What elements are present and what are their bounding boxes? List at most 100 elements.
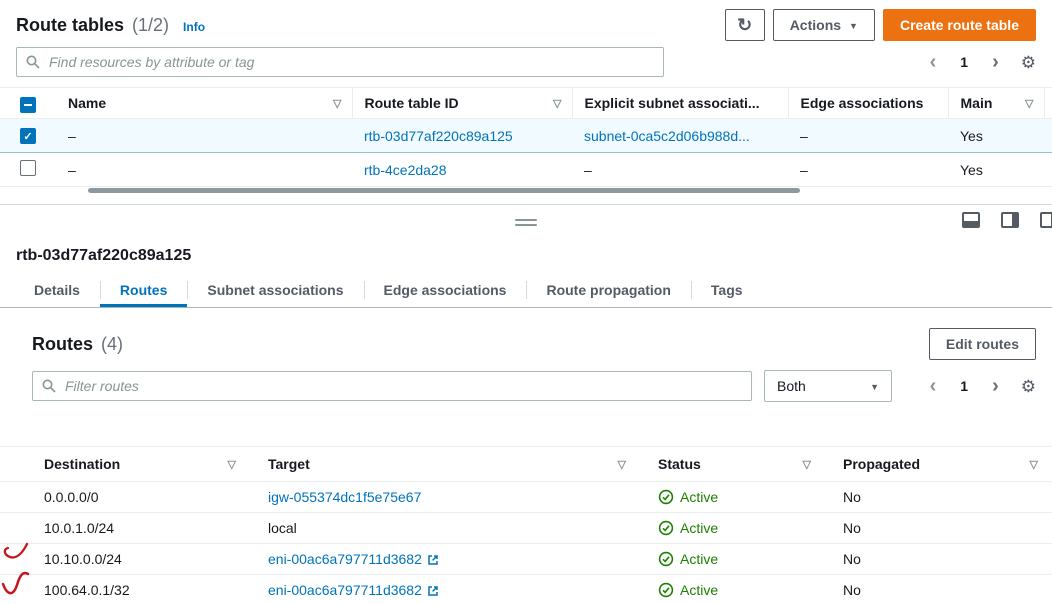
route-tables-page: Route tables (1/2) Info ↻ Actions ▼ Crea… xyxy=(0,0,1052,604)
table-row[interactable]: 10.10.0.0/24 eni-00ac6a797711d3682 Activ… xyxy=(0,544,1052,575)
detail-tabs: Details Routes Subnet associations Edge … xyxy=(0,273,1052,308)
list-pagination: ‹ 1 › xyxy=(930,52,999,72)
column-header-main: Main xyxy=(961,95,993,111)
sort-icon[interactable]: ▽ xyxy=(333,97,341,110)
cell-main: Yes xyxy=(960,162,983,178)
cell-explicit-subnet: – xyxy=(584,162,592,178)
route-table-id-link[interactable]: rtb-03d77af220c89a125 xyxy=(364,128,513,144)
resource-search-box xyxy=(16,47,664,77)
title-line: Route tables (1/2) Info xyxy=(16,15,205,36)
split-drag-handle-icon[interactable] xyxy=(515,219,537,226)
next-page-icon[interactable]: › xyxy=(992,52,999,72)
status-ok-icon xyxy=(658,520,674,536)
search-input[interactable] xyxy=(47,53,654,71)
page-number[interactable]: 1 xyxy=(960,378,968,394)
target-link[interactable]: eni-00ac6a797711d3682 xyxy=(268,551,422,567)
gear-icon[interactable]: ⚙ xyxy=(1021,378,1036,395)
header-actions: ↻ Actions ▼ Create route table xyxy=(725,9,1036,41)
status-badge: Active xyxy=(658,482,811,512)
routes-table: Destination ▽ Target ▽ Status ▽ Propagat… xyxy=(0,446,1052,604)
route-table-id-link[interactable]: rtb-4ce2da28 xyxy=(364,162,447,178)
tab-route-propagation[interactable]: Route propagation xyxy=(526,273,690,307)
table-row[interactable]: 0.0.0.0/0 igw-055374dc1f5e75e67 Active N… xyxy=(0,482,1052,513)
tab-edge-associations[interactable]: Edge associations xyxy=(364,273,527,307)
refresh-button[interactable]: ↻ xyxy=(725,9,765,41)
actions-button-label: Actions xyxy=(790,17,841,33)
split-panel-bar xyxy=(0,205,1052,239)
cell-edge: – xyxy=(800,128,808,144)
search-icon xyxy=(42,379,56,393)
scrollbar-thumb[interactable] xyxy=(88,188,800,193)
table-header-row: Destination ▽ Target ▽ Status ▽ Propagat… xyxy=(0,447,1052,482)
sort-icon[interactable]: ▽ xyxy=(618,458,626,471)
routes-toolbar: Both ▼ ‹ 1 › ⚙ xyxy=(0,364,1052,402)
cell-edge: – xyxy=(800,162,808,178)
sort-icon[interactable]: ▽ xyxy=(1025,97,1033,110)
column-header-edge-associations: Edge associations xyxy=(801,95,924,111)
external-link-icon xyxy=(427,584,439,600)
next-page-icon[interactable]: › xyxy=(992,376,999,396)
routes-count: (4) xyxy=(101,334,123,355)
gear-icon[interactable]: ⚙ xyxy=(1021,54,1036,71)
routes-pagination: ‹ 1 › xyxy=(930,376,999,396)
cell-destination: 0.0.0.0/0 xyxy=(44,489,99,505)
status-ok-icon xyxy=(658,551,674,567)
page-number[interactable]: 1 xyxy=(960,54,968,70)
sort-icon[interactable]: ▽ xyxy=(228,458,236,471)
column-header-target: Target xyxy=(268,456,310,472)
target-link[interactable]: igw-055374dc1f5e75e67 xyxy=(268,489,421,505)
detail-panel-title: rtb-03d77af220c89a125 xyxy=(0,239,1052,265)
table-row[interactable]: – rtb-4ce2da28 – – Yes xyxy=(0,153,1052,187)
row-checkbox[interactable] xyxy=(20,160,36,176)
table-row[interactable]: 100.64.0.1/32 eni-00ac6a797711d3682 Acti… xyxy=(0,575,1052,604)
list-toolbar: ‹ 1 › ⚙ xyxy=(0,47,1052,87)
cell-propagated: No xyxy=(843,489,861,505)
panel-layout-controls xyxy=(962,212,1044,228)
prev-page-icon[interactable]: ‹ xyxy=(930,376,937,396)
column-header-status: Status xyxy=(658,456,701,472)
edit-routes-button[interactable]: Edit routes xyxy=(929,328,1036,360)
list-header: Route tables (1/2) Info ↻ Actions ▼ Crea… xyxy=(0,0,1052,47)
edit-routes-label: Edit routes xyxy=(946,336,1019,352)
select-all-checkbox[interactable] xyxy=(20,97,36,113)
table-row[interactable]: ✓ – rtb-03d77af220c89a125 subnet-0ca5c2d… xyxy=(0,119,1052,153)
tab-tags[interactable]: Tags xyxy=(691,273,763,307)
route-type-select-value: Both xyxy=(777,378,806,394)
sort-icon[interactable]: ▽ xyxy=(1030,458,1038,471)
column-header-propagated: Propagated xyxy=(843,456,920,472)
target-link[interactable]: eni-00ac6a797711d3682 xyxy=(268,582,422,598)
tab-details[interactable]: Details xyxy=(14,273,100,307)
tab-subnet-associations[interactable]: Subnet associations xyxy=(187,273,363,307)
row-checkbox[interactable]: ✓ xyxy=(20,128,36,144)
sort-icon[interactable]: ▽ xyxy=(553,97,561,110)
column-header-route-table-id: Route table ID xyxy=(365,95,459,111)
create-route-table-button[interactable]: Create route table xyxy=(883,9,1036,41)
actions-button[interactable]: Actions ▼ xyxy=(773,9,875,41)
bottom-panel-layout-icon[interactable] xyxy=(962,212,980,228)
refresh-icon: ↻ xyxy=(737,15,752,36)
create-route-table-label: Create route table xyxy=(900,17,1019,33)
table-row[interactable]: 10.0.1.0/24 local Active No xyxy=(0,513,1052,544)
cell-propagated: No xyxy=(843,520,861,536)
info-link[interactable]: Info xyxy=(183,20,205,34)
routes-filter-input[interactable] xyxy=(63,377,742,395)
horizontal-scrollbar xyxy=(0,187,1052,196)
search-icon xyxy=(26,55,40,69)
routes-filter-box xyxy=(32,371,752,401)
status-badge: Active xyxy=(658,513,811,543)
chevron-down-icon: ▼ xyxy=(870,382,879,392)
subnet-association-link[interactable]: subnet-0ca5c2d06b988d... xyxy=(584,128,750,144)
chevron-down-icon: ▼ xyxy=(849,21,858,31)
route-type-select[interactable]: Both ▼ xyxy=(764,370,892,402)
side-panel-layout-icon[interactable] xyxy=(1001,212,1019,228)
fullscreen-panel-layout-icon[interactable] xyxy=(1040,212,1052,228)
cell-name: – xyxy=(68,128,76,144)
cell-destination: 10.10.0.0/24 xyxy=(44,551,122,567)
sort-icon[interactable]: ▽ xyxy=(803,458,811,471)
tab-routes[interactable]: Routes xyxy=(100,273,187,307)
column-header-name: Name xyxy=(68,95,106,111)
cell-target: local xyxy=(268,520,297,536)
cell-name: – xyxy=(68,162,76,178)
prev-page-icon[interactable]: ‹ xyxy=(930,52,937,72)
cell-propagated: No xyxy=(843,551,861,567)
